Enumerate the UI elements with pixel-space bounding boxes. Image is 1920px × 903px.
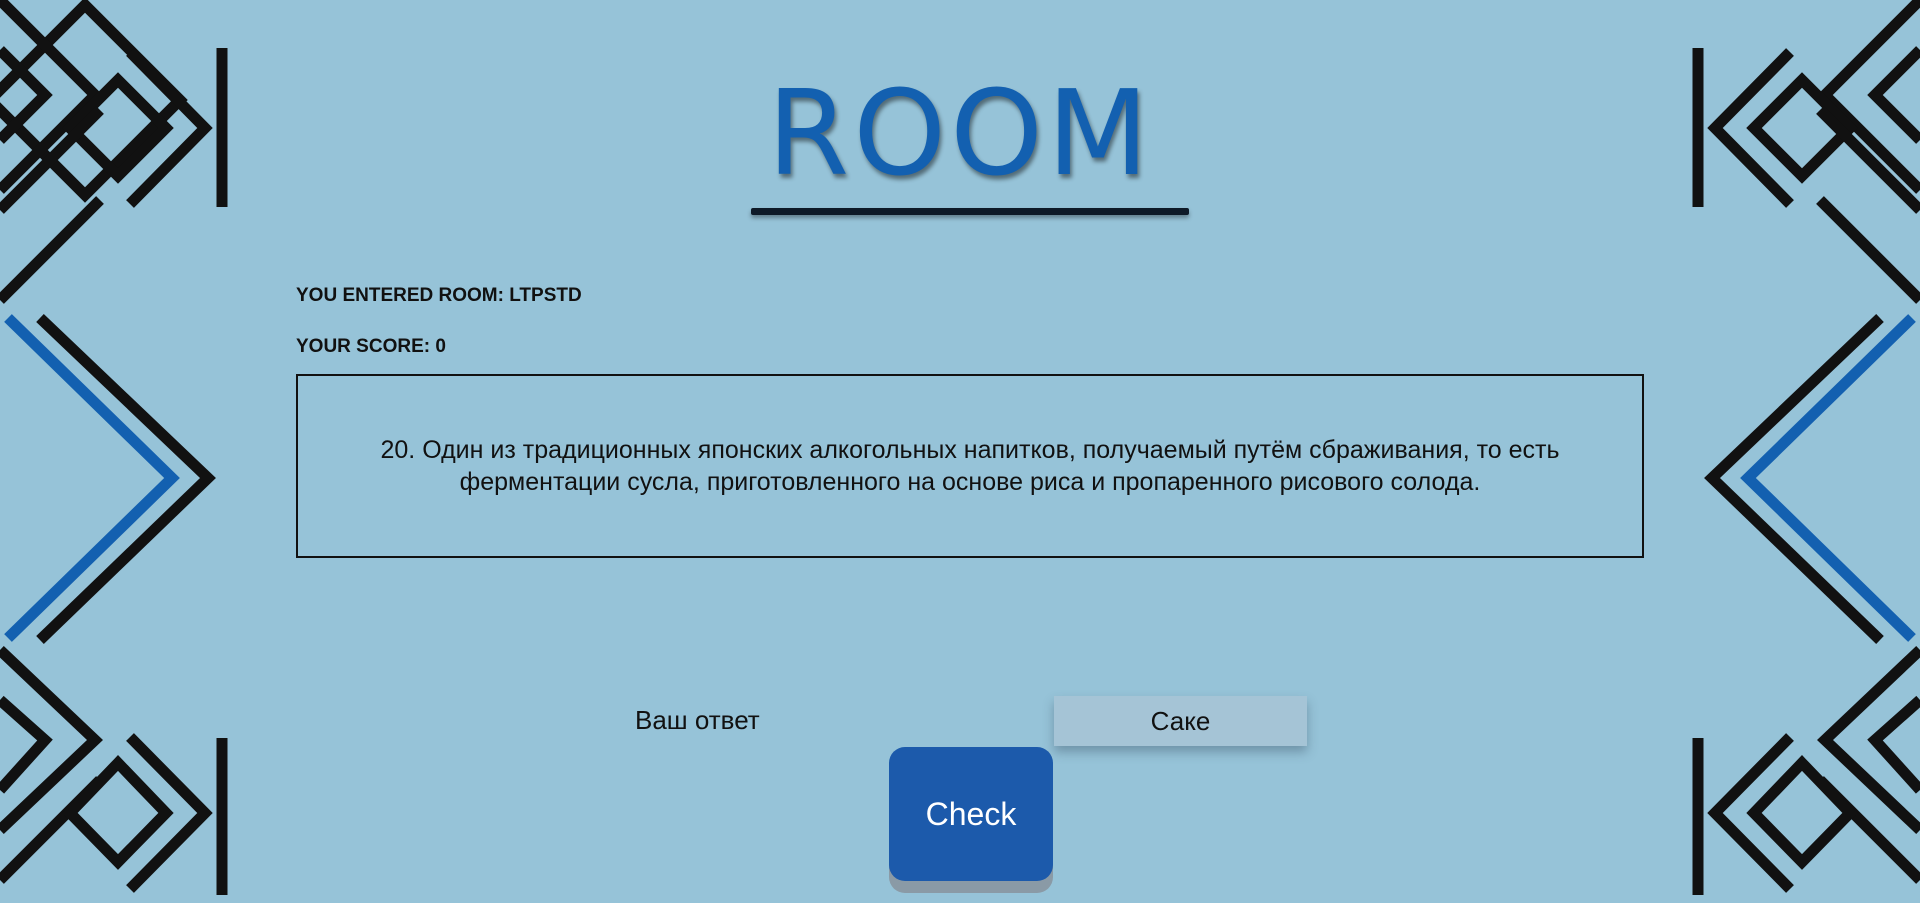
- title-underline: [751, 208, 1189, 215]
- room-code-label: YOU ENTERED ROOM: LTPSTD: [296, 285, 582, 306]
- score-label: YOUR SCORE: 0: [296, 336, 446, 357]
- check-button[interactable]: Check: [889, 747, 1053, 881]
- page-title: ROOM: [767, 64, 1153, 202]
- answer-label: Ваш ответ: [635, 705, 760, 735]
- room-page: ROOM YOU ENTERED ROOM: LTPSTD YOUR SCORE…: [0, 0, 1920, 903]
- question-box: 20. Один из традиционных японских алкого…: [296, 374, 1644, 558]
- question-text: 20. Один из традиционных японских алкого…: [380, 436, 1560, 496]
- answer-input[interactable]: [1054, 696, 1307, 746]
